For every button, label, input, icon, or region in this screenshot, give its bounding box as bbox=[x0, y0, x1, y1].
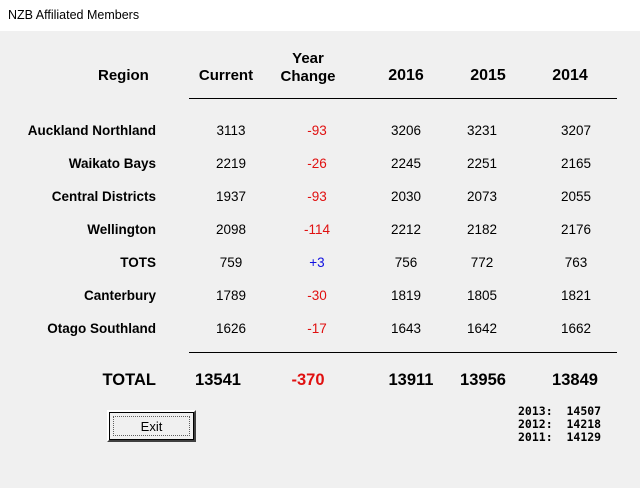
history-value: 14507 bbox=[566, 404, 602, 418]
row-change: -93 bbox=[307, 123, 327, 138]
header-region: Region bbox=[98, 67, 149, 84]
row-year-2016: 2212 bbox=[390, 222, 422, 237]
row-year-2014: 2176 bbox=[560, 222, 592, 237]
row-current: 2219 bbox=[215, 156, 247, 171]
exit-button-focus-rect bbox=[113, 416, 190, 436]
header-divider bbox=[189, 98, 617, 99]
history-2012: 2012: 14218 bbox=[518, 418, 601, 430]
row-current: 3113 bbox=[216, 123, 246, 138]
total-current: 13541 bbox=[195, 371, 241, 389]
row-year-2016: 3206 bbox=[390, 123, 422, 138]
row-current: 759 bbox=[219, 255, 243, 270]
row-year-2014: 2165 bbox=[560, 156, 592, 171]
total-2014: 13849 bbox=[552, 371, 598, 389]
row-change: -26 bbox=[307, 156, 327, 171]
row-year-2015: 3231 bbox=[466, 123, 498, 138]
total-change: -370 bbox=[291, 371, 325, 389]
row-year-2014: 2055 bbox=[560, 189, 592, 204]
row-change: -93 bbox=[307, 189, 327, 204]
history-2013: 2013: 14507 bbox=[518, 405, 601, 417]
header-2015: 2015 bbox=[470, 67, 506, 84]
header-current: Current bbox=[198, 67, 254, 84]
row-year-2015: 2182 bbox=[466, 222, 498, 237]
history-label: 2011: bbox=[518, 430, 553, 444]
total-divider bbox=[189, 352, 617, 353]
header-year-change-line1: Year bbox=[292, 50, 324, 67]
row-year-2015: 772 bbox=[470, 255, 494, 270]
row-year-2014: 1662 bbox=[560, 321, 592, 336]
window-title: NZB Affiliated Members bbox=[8, 8, 140, 22]
row-region: Waikato Bays bbox=[68, 156, 156, 171]
header-year-change-line2: Change bbox=[280, 68, 336, 85]
row-year-2015: 2073 bbox=[466, 189, 498, 204]
total-label: TOTAL bbox=[102, 371, 156, 389]
row-year-2015: 1642 bbox=[466, 321, 498, 336]
row-year-2014: 1821 bbox=[560, 288, 592, 303]
row-year-2016: 2030 bbox=[390, 189, 422, 204]
row-current: 1626 bbox=[215, 321, 247, 336]
header-2016: 2016 bbox=[388, 67, 424, 84]
row-region: Canterbury bbox=[83, 288, 156, 303]
row-region: Auckland Northland bbox=[27, 123, 156, 138]
row-change: +3 bbox=[309, 255, 325, 270]
row-year-2015: 1805 bbox=[466, 288, 498, 303]
title-bar: NZB Affiliated Members bbox=[0, 0, 640, 31]
row-region: TOTS bbox=[120, 255, 156, 270]
row-year-2014: 763 bbox=[564, 255, 588, 270]
row-current: 2098 bbox=[215, 222, 247, 237]
row-current: 1937 bbox=[215, 189, 247, 204]
history-label: 2013: bbox=[518, 404, 553, 418]
row-region: Wellington bbox=[87, 222, 156, 237]
row-region: Otago Southland bbox=[47, 321, 156, 336]
row-change: -17 bbox=[307, 321, 327, 336]
history-label: 2012: bbox=[518, 417, 553, 431]
row-region: Central Districts bbox=[51, 189, 156, 204]
total-2015: 13956 bbox=[460, 371, 506, 389]
row-change: -114 bbox=[303, 222, 331, 237]
row-year-2016: 756 bbox=[394, 255, 418, 270]
row-year-2014: 3207 bbox=[560, 123, 592, 138]
exit-button[interactable]: Exit bbox=[107, 410, 196, 442]
header-2014: 2014 bbox=[552, 67, 588, 84]
history-value: 14129 bbox=[566, 430, 602, 444]
history-2011: 2011: 14129 bbox=[518, 431, 601, 443]
row-year-2015: 2251 bbox=[466, 156, 498, 171]
history-value: 14218 bbox=[566, 417, 602, 431]
row-year-2016: 1643 bbox=[390, 321, 422, 336]
row-current: 1789 bbox=[215, 288, 247, 303]
row-change: -30 bbox=[307, 288, 327, 303]
row-year-2016: 2245 bbox=[390, 156, 422, 171]
row-year-2016: 1819 bbox=[390, 288, 422, 303]
